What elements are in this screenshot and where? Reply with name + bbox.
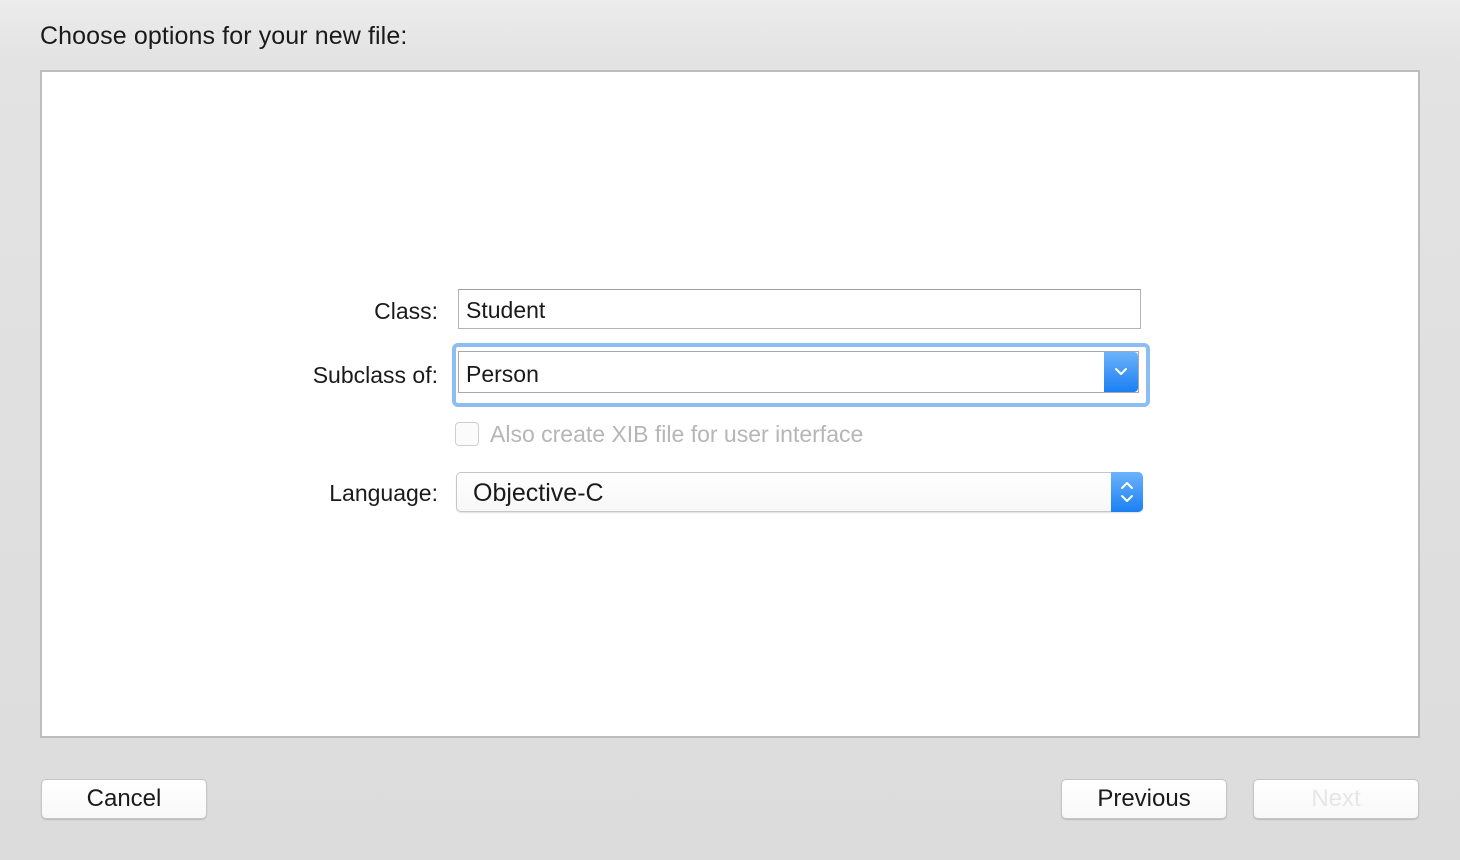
xib-checkbox-row: Also create XIB file for user interface — [455, 420, 863, 448]
class-name-value: Student — [466, 297, 546, 323]
class-label: Class: — [374, 298, 438, 324]
xib-checkbox-label: Also create XIB file for user interface — [490, 420, 864, 447]
chevron-down-icon — [1115, 368, 1127, 375]
language-popup-button[interactable] — [1111, 472, 1143, 512]
class-name-field[interactable]: Student — [458, 289, 1141, 329]
subclass-label: Subclass of: — [312, 362, 438, 388]
previous-button[interactable]: Previous — [1061, 779, 1227, 819]
next-button[interactable]: Next — [1253, 779, 1419, 819]
language-popup[interactable]: Objective-C — [456, 472, 1143, 512]
subclass-dropdown-button[interactable] — [1104, 352, 1138, 392]
xib-checkbox[interactable] — [455, 422, 479, 446]
subclass-combo-box[interactable]: Person — [458, 351, 1139, 393]
up-down-arrows-icon — [1121, 482, 1133, 502]
language-value: Objective-C — [473, 479, 604, 507]
dialog-title: Choose options for your new file: — [40, 22, 408, 50]
language-label: Language: — [329, 480, 438, 506]
cancel-button[interactable]: Cancel — [41, 779, 207, 819]
subclass-value: Person — [466, 361, 539, 387]
